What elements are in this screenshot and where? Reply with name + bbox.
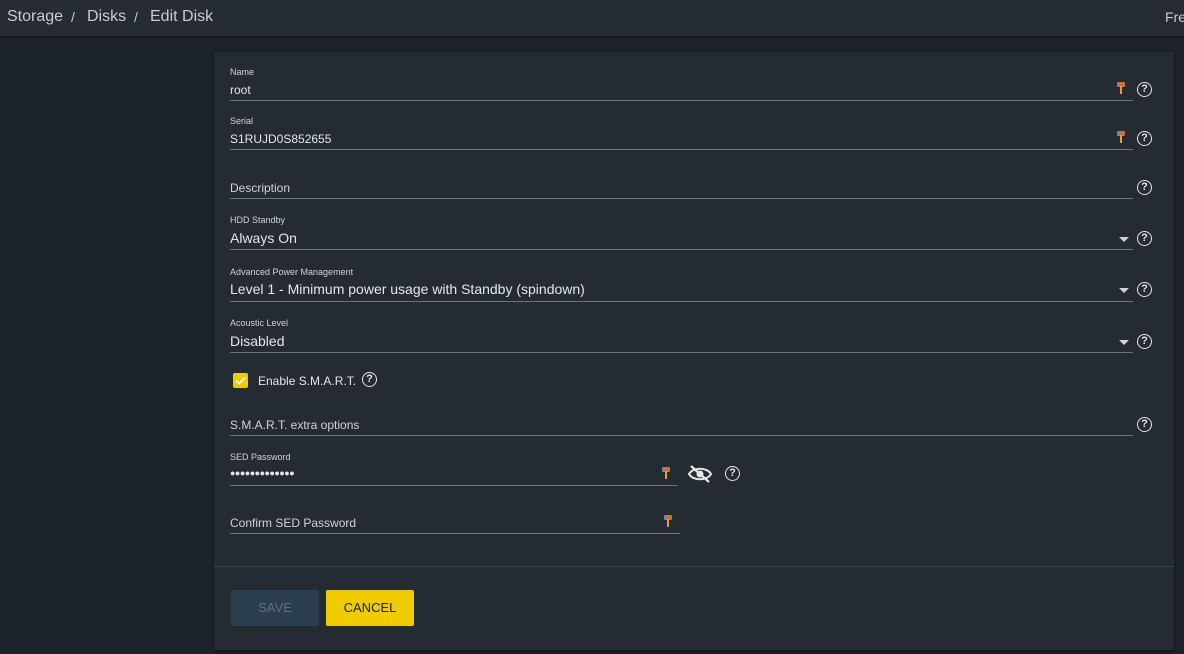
sed-password-label: SED Password [230,452,291,462]
serial-underline [230,149,1133,150]
hdd-standby-value[interactable]: Always On [230,230,297,246]
name-underline [230,100,1133,101]
acoustic-level-label: Acoustic Level [230,318,289,328]
name-help-icon[interactable]: ? [1137,82,1152,97]
enable-smart-label[interactable]: Enable S.M.A.R.T. [258,374,356,388]
enable-smart-checkbox[interactable] [233,373,248,388]
check-icon [235,376,246,385]
name-field[interactable]: Name root [230,66,1133,102]
apm-value[interactable]: Level 1 - Minimum power usage with Stand… [230,281,585,297]
serial-label: Serial [230,116,254,126]
description-help-icon[interactable]: ? [1137,180,1152,195]
description-input[interactable]: Description [230,181,290,195]
sed-password-underline [230,485,678,486]
confirm-sed-password-field[interactable]: Confirm SED Password [230,498,680,534]
acoustic-level-help-icon[interactable]: ? [1137,334,1152,349]
acoustic-level-underline [230,352,1133,353]
apm-help-icon[interactable]: ? [1137,282,1152,297]
save-button[interactable]: SAVE [231,590,319,626]
hdd-standby-help-icon[interactable]: ? [1137,231,1152,246]
sed-password-help-icon[interactable]: ? [725,466,740,481]
apm-label: Advanced Power Management [230,267,354,277]
serial-help-icon[interactable]: ? [1137,131,1152,146]
confirm-sed-password-underline [230,533,680,534]
topbar-right-text[interactable]: Fre [1165,9,1184,25]
form-divider [214,566,1174,567]
breadcrumb-storage[interactable]: Storage [7,8,63,26]
smart-extra-options-underline [230,435,1133,436]
smart-extra-options-help-icon[interactable]: ? [1137,417,1152,432]
sed-password-field[interactable]: SED Password ●●●●●●●●●●●●● [230,451,678,487]
key-icon [1117,131,1125,143]
chevron-down-icon[interactable] [1119,288,1129,293]
edit-disk-form-card: Name root ? Serial S1RUJD0S852655 ? Desc… [214,52,1174,650]
chevron-down-icon[interactable] [1119,237,1129,242]
smart-extra-options-input[interactable]: S.M.A.R.T. extra options [230,418,359,432]
sed-password-input[interactable]: ●●●●●●●●●●●●● [230,468,295,478]
hdd-standby-underline [230,249,1133,250]
serial-input[interactable]: S1RUJD0S852655 [230,132,331,146]
key-icon [664,515,672,527]
breadcrumb-separator: / [71,9,75,25]
apm-underline [230,301,1133,302]
breadcrumb-disks[interactable]: Disks [87,8,126,26]
top-bar: Storage / Disks / Edit Disk Fre [0,0,1184,36]
acoustic-level-select[interactable]: Acoustic Level Disabled [230,317,1133,354]
smart-extra-options-field[interactable]: S.M.A.R.T. extra options [230,401,1133,437]
hdd-standby-select[interactable]: HDD Standby Always On [230,214,1133,251]
apm-select[interactable]: Advanced Power Management Level 1 - Mini… [230,266,1133,303]
hdd-standby-label: HDD Standby [230,215,286,225]
description-underline [230,198,1133,199]
acoustic-level-value[interactable]: Disabled [230,333,284,349]
confirm-sed-password-input[interactable]: Confirm SED Password [230,516,356,530]
chevron-down-icon[interactable] [1119,340,1129,345]
name-input[interactable]: root [230,83,251,97]
visibility-off-icon[interactable] [688,464,712,484]
cancel-button[interactable]: CANCEL [326,590,414,626]
enable-smart-help-icon[interactable]: ? [362,372,377,387]
name-label: Name [230,67,255,77]
breadcrumb-edit-disk: Edit Disk [150,8,214,25]
serial-field[interactable]: Serial S1RUJD0S852655 [230,115,1133,151]
key-icon [1117,82,1125,94]
key-icon [662,467,670,479]
breadcrumb-separator: / [134,9,138,25]
description-field[interactable]: Description [230,164,1133,200]
